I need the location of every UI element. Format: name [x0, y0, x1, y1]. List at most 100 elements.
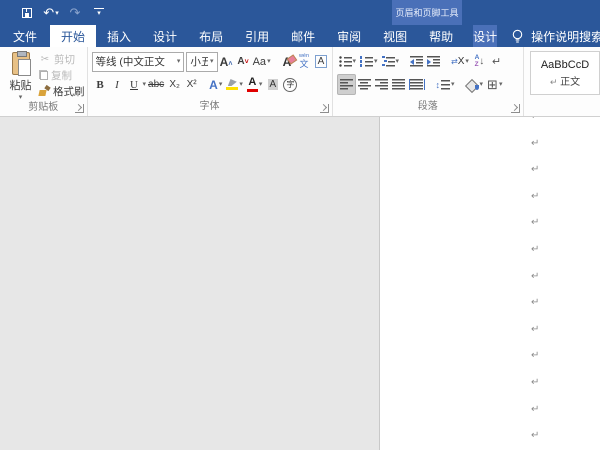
line-spacing-button[interactable]: ↕▾	[434, 74, 457, 95]
paragraph-dialog-launcher[interactable]	[511, 104, 520, 113]
distribute-button[interactable]	[407, 74, 427, 95]
tab-references[interactable]: 引用	[234, 25, 280, 47]
show-hide-marks-button[interactable]: ↵	[488, 51, 505, 72]
strikethrough-button[interactable]: abc	[146, 74, 166, 95]
change-case-icon: Aa	[253, 56, 266, 68]
text-effects-icon: A	[209, 78, 218, 92]
format-painter-icon	[39, 86, 50, 96]
tab-insert[interactable]: 插入	[96, 25, 142, 47]
clipboard-actions: ✂剪切 复制 格式刷	[39, 50, 85, 101]
numbering-button[interactable]: ▾	[358, 51, 380, 72]
shading-bucket-icon	[466, 79, 479, 91]
font-size-dropdown-icon: ▾	[210, 58, 214, 65]
format-painter-label: 格式刷	[53, 84, 85, 99]
font-color-button[interactable]: A▾	[245, 74, 265, 95]
borders-button[interactable]: ⊞▾	[485, 74, 504, 95]
distribute-icon	[409, 79, 425, 90]
align-left-button[interactable]	[337, 74, 356, 95]
clear-formatting-button[interactable]: A	[279, 51, 296, 72]
paragraph-mark: ↵	[531, 117, 539, 122]
align-right-button[interactable]	[373, 74, 390, 95]
cut-label: 剪切	[54, 52, 75, 67]
font-name-combobox[interactable]: 等线 (中文正文▾	[92, 52, 185, 72]
tab-mailings[interactable]: 邮件	[280, 25, 326, 47]
align-center-icon	[358, 79, 371, 90]
format-painter-button[interactable]: 格式刷	[39, 83, 85, 99]
tab-home[interactable]: 开始	[50, 25, 96, 47]
paragraph-mark: ↵	[531, 245, 539, 255]
clipboard-dialog-launcher[interactable]	[75, 104, 84, 113]
copy-button[interactable]: 复制	[39, 67, 85, 83]
save-button[interactable]	[16, 2, 38, 23]
paragraph-mark: ↵	[531, 378, 539, 388]
font-dialog-launcher[interactable]	[320, 104, 329, 113]
italic-button[interactable]: I	[109, 74, 126, 95]
paragraph-mark-icon: ↵	[492, 55, 501, 68]
document-area[interactable]: ↵↵↵↵↵↵↵↵↵↵↵↵↵	[0, 117, 600, 450]
sort-button[interactable]: AZ↓	[471, 51, 488, 72]
scissors-icon: ✂	[39, 54, 51, 65]
style-normal-card[interactable]: AaBbCcD ↵ 正文	[530, 51, 600, 95]
grow-font-button[interactable]: A˄	[218, 51, 235, 72]
quick-access-toolbar: ↶▾ ↷ ▾	[0, 2, 110, 23]
underline-button[interactable]: U	[126, 74, 143, 95]
bold-button[interactable]: B	[92, 74, 109, 95]
decrease-indent-button[interactable]	[408, 51, 425, 72]
lightbulb-icon	[511, 29, 524, 44]
undo-button[interactable]: ↶▾	[40, 2, 62, 23]
character-border-button[interactable]: A	[313, 51, 330, 72]
asian-layout-button[interactable]: ⇄X▾	[449, 51, 471, 72]
text-effects-button[interactable]: A▾	[207, 74, 224, 95]
multilevel-list-button[interactable]: ▾	[380, 51, 402, 72]
cut-button[interactable]: ✂剪切	[39, 51, 85, 67]
shrink-font-button[interactable]: A˅	[235, 51, 252, 72]
font-size-value: 小五	[190, 54, 208, 69]
undo-dropdown-icon[interactable]: ▾	[55, 9, 59, 17]
highlight-color-button[interactable]: ▾	[224, 74, 245, 95]
tab-layout[interactable]: 布局	[188, 25, 234, 47]
qat-customize-icon: ▾	[94, 8, 104, 17]
subscript-button[interactable]: X₂	[166, 74, 183, 95]
qat-customize-button[interactable]: ▾	[88, 2, 110, 23]
tell-me-search[interactable]: 操作说明搜索	[511, 25, 600, 47]
tab-help[interactable]: 帮助	[418, 25, 464, 47]
increase-indent-button[interactable]	[425, 51, 442, 72]
clipboard-group: 粘贴 ▾ ✂剪切 复制 格式刷 剪贴板	[0, 47, 88, 116]
superscript-button[interactable]: X²	[183, 74, 200, 95]
paragraph-group: ▾ ▾ ▾ ⇄X▾ AZ↓ ↵	[333, 47, 525, 116]
document-page[interactable]: ↵↵↵↵↵↵↵↵↵↵↵↵↵	[379, 117, 600, 450]
line-spacing-icon: ↕	[436, 79, 451, 90]
style-name: ↵ 正文	[550, 73, 580, 88]
enclose-characters-button[interactable]: 字	[281, 74, 299, 95]
redo-icon: ↷	[70, 6, 81, 19]
bullets-button[interactable]: ▾	[337, 51, 359, 72]
phonetic-guide-icon: wén文	[299, 54, 309, 69]
style-mark: ↵	[550, 77, 558, 87]
character-shading-button[interactable]: A	[264, 74, 281, 95]
phonetic-guide-button[interactable]: wén文	[296, 51, 313, 72]
tell-me-label: 操作说明搜索	[531, 28, 600, 45]
bullets-icon	[339, 56, 352, 67]
tab-review[interactable]: 审阅	[326, 25, 372, 47]
highlight-icon	[226, 79, 238, 90]
redo-button[interactable]: ↷	[64, 2, 86, 23]
asian-layout-icon: ⇄X	[451, 56, 464, 67]
ribbon-tab-bar: 文件 开始 插入 设计 布局 引用 邮件 审阅 视图 帮助 设计 操作说明搜索	[0, 25, 600, 47]
paste-dropdown-icon[interactable]: ▾	[19, 94, 23, 101]
font-name-dropdown-icon: ▾	[177, 58, 181, 65]
font-size-combobox[interactable]: 小五▾	[186, 52, 217, 72]
font-group: 等线 (中文正文▾ 小五▾ A˄ A˅ Aa▾ A wén文 A B I U▾ …	[88, 47, 333, 116]
tab-headerfooter-design[interactable]: 设计	[473, 25, 497, 47]
tab-design[interactable]: 设计	[142, 25, 188, 47]
paragraph-mark: ↵	[531, 165, 539, 175]
align-center-button[interactable]	[356, 74, 373, 95]
tab-file[interactable]: 文件	[0, 25, 50, 47]
grow-font-icon: A˄	[220, 55, 233, 69]
justify-button[interactable]	[390, 74, 407, 95]
shading-button[interactable]: ▾	[464, 74, 486, 95]
paste-button[interactable]: 粘贴 ▾	[2, 50, 39, 101]
change-case-button[interactable]: Aa▾	[252, 51, 272, 72]
borders-icon: ⊞	[487, 78, 498, 91]
paragraph-mark: ↵	[531, 139, 539, 149]
tab-view[interactable]: 视图	[372, 25, 418, 47]
